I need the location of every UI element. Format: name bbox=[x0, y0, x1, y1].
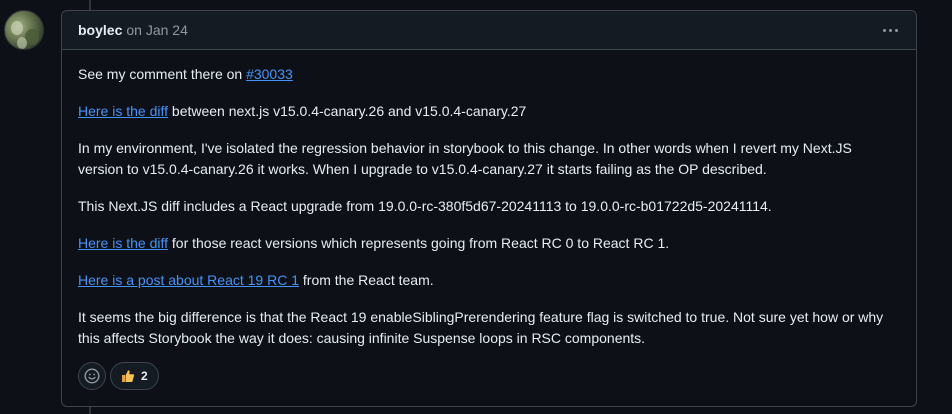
paragraph-6: Here is a post about React 19 RC 1 from … bbox=[78, 270, 900, 291]
paragraph-7: It seems the big difference is that the … bbox=[78, 309, 884, 346]
kebab-horizontal-icon[interactable] bbox=[881, 25, 900, 36]
reactions-bar: 2 bbox=[78, 362, 159, 390]
comment-header: boylec on Jan 24 bbox=[62, 11, 916, 50]
avatar[interactable] bbox=[4, 10, 44, 50]
issue-link[interactable]: #30033 bbox=[246, 66, 293, 82]
comment-card: boylec on Jan 24 See my comment there on… bbox=[61, 10, 917, 407]
comment-timestamp[interactable]: on Jan 24 bbox=[126, 22, 188, 38]
paragraph-5: Here is the diff for those react version… bbox=[78, 233, 900, 254]
comment-body: See my comment there on #30033 Here is t… bbox=[62, 50, 916, 349]
paragraph-3: In my environment, I've isolated the reg… bbox=[78, 140, 852, 177]
paragraph-2: Here is the diff between next.js v15.0.4… bbox=[78, 101, 900, 122]
thumbs-up-reaction-button[interactable]: 2 bbox=[110, 362, 159, 390]
thumbs-up-count: 2 bbox=[141, 369, 148, 383]
react-post-link[interactable]: Here is a post about React 19 RC 1 bbox=[78, 272, 299, 288]
paragraph-2-text: between next.js v15.0.4-canary.26 and v1… bbox=[168, 103, 527, 119]
add-reaction-button[interactable] bbox=[78, 362, 106, 390]
paragraph-6-text: from the React team. bbox=[299, 272, 434, 288]
smiley-icon bbox=[84, 368, 100, 384]
paragraph-5-text: for those react versions which represent… bbox=[168, 235, 670, 251]
paragraph-1-text: See my comment there on bbox=[78, 66, 247, 82]
nextjs-diff-link[interactable]: Here is the diff bbox=[78, 103, 168, 119]
author-link[interactable]: boylec bbox=[78, 22, 122, 38]
paragraph-4: This Next.JS diff includes a React upgra… bbox=[78, 198, 772, 214]
react-diff-link[interactable]: Here is the diff bbox=[78, 235, 168, 251]
paragraph-1: See my comment there on #30033 bbox=[78, 64, 900, 85]
thumbs-up-icon bbox=[122, 370, 135, 382]
